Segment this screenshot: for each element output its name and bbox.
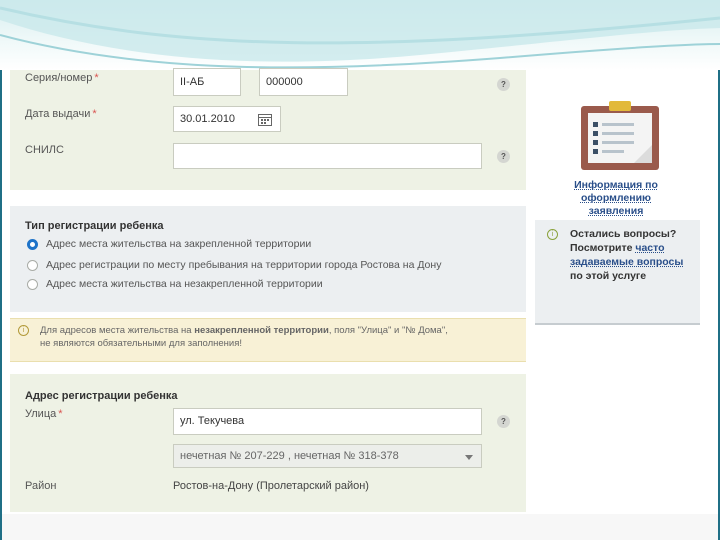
registration-option[interactable]: Адрес регистрации по месту пребывания на… (27, 258, 441, 272)
registration-option-label: Адрес места жительства на незакрепленной… (46, 278, 323, 290)
info-icon: i (547, 229, 558, 240)
info-icon: i (18, 325, 29, 336)
faq-text: Остались вопросы? Посмотрите часто задав… (570, 228, 684, 282)
registration-option[interactable]: Адрес места жительства на незакрепленной… (27, 277, 323, 291)
address-title: Адрес регистрации ребенка (25, 390, 178, 402)
issue-date-label: Дата выдачи * (25, 108, 97, 120)
series-input[interactable]: II-АБ (173, 68, 241, 96)
help-icon[interactable]: ? (497, 150, 510, 163)
frame-border-left (0, 70, 2, 540)
house-select-value: нечетная № 207-229 , нечетная № 318-378 (180, 450, 399, 462)
registration-option-label: Адрес места жительства на закрепленной т… (46, 238, 312, 250)
help-icon[interactable]: ? (497, 415, 510, 428)
number-input[interactable]: 000000 (259, 68, 348, 96)
street-label: Улица * (25, 408, 63, 420)
house-select[interactable]: нечетная № 207-229 , нечетная № 318-378 (173, 444, 482, 468)
notice-text: Для адресов места жительства на незакреп… (40, 325, 448, 349)
registration-option-label: Адрес регистрации по месту пребывания на… (46, 259, 442, 271)
district-label: Район (25, 480, 57, 492)
registration-type-title: Тип регистрации ребенка (25, 220, 164, 232)
banner-swoosh (0, 0, 720, 69)
clipboard-icon[interactable] (579, 100, 661, 172)
help-icon[interactable]: ? (497, 78, 510, 91)
registration-option[interactable]: Адрес места жительства на закрепленной т… (27, 237, 311, 251)
info-link[interactable]: Информация по оформлению заявления (560, 179, 672, 218)
issue-date-value: 30.01.2010 (180, 113, 236, 125)
header-banner (0, 0, 720, 70)
snils-input[interactable] (173, 143, 482, 169)
series-label: Серия/номер * (25, 72, 99, 84)
calendar-icon[interactable] (258, 113, 272, 126)
street-input[interactable]: ул. Текучева (173, 408, 482, 435)
page-footer-strip (2, 514, 718, 540)
radio[interactable] (27, 278, 38, 290)
chevron-down-icon[interactable] (465, 455, 473, 460)
district-value: Ростов-на-Дону (Пролетарский район) (173, 480, 369, 492)
radio-selected[interactable] (27, 238, 38, 250)
snils-label: СНИЛС (25, 144, 64, 156)
issue-date-input[interactable]: 30.01.2010 (173, 106, 281, 132)
radio[interactable] (27, 259, 38, 271)
